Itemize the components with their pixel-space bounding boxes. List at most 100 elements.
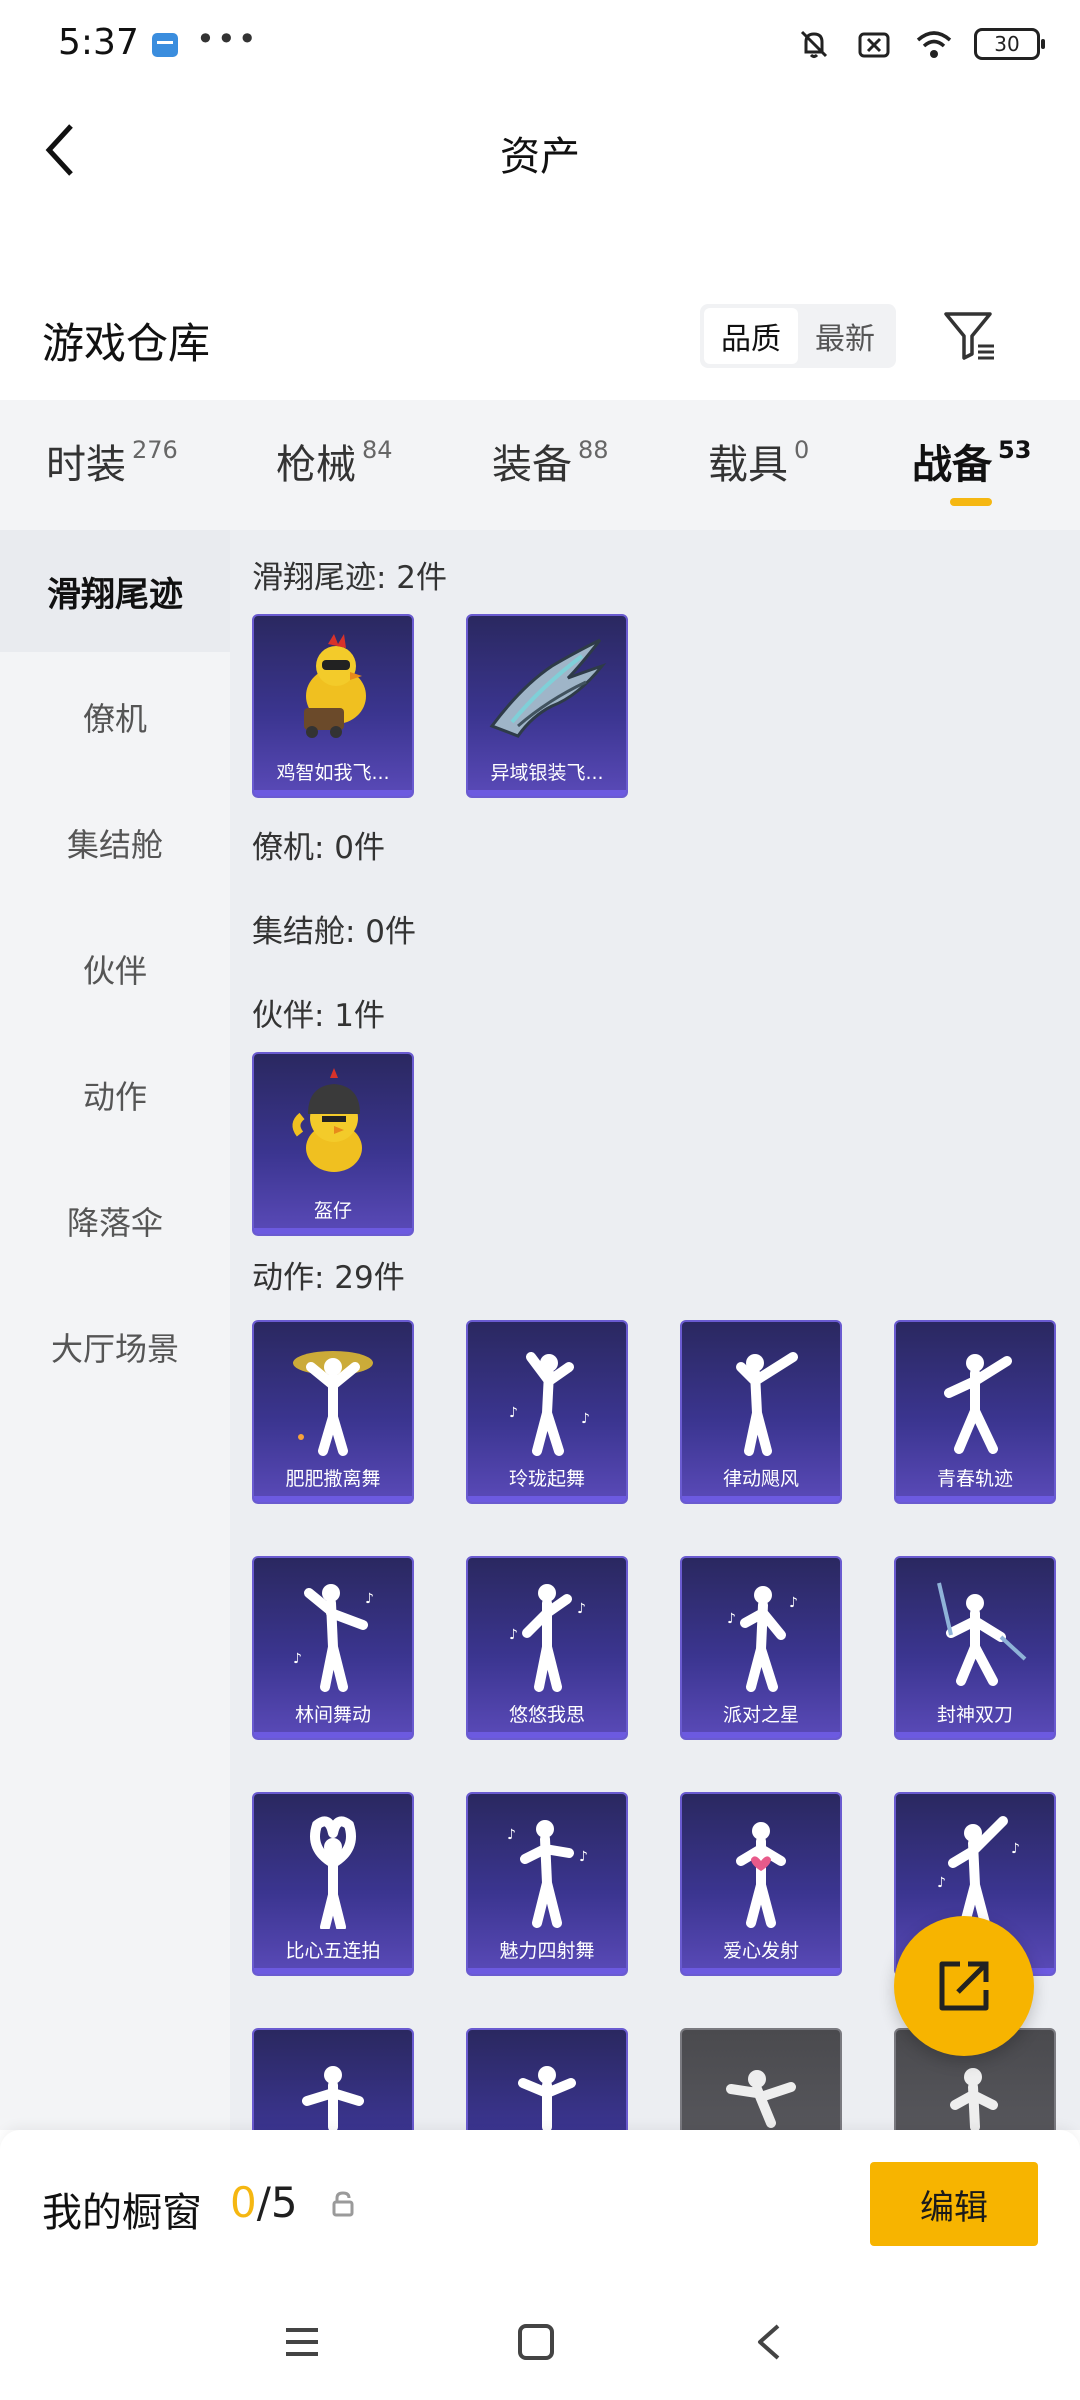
- sidebar-item-parachute[interactable]: 降落伞: [0, 1160, 230, 1282]
- svg-text:♪: ♪: [581, 1411, 590, 1427]
- wifi-icon: [914, 24, 954, 64]
- item-card[interactable]: 律动飓风: [680, 1320, 842, 1504]
- sidebar-item-partner[interactable]: 伙伴: [0, 908, 230, 1030]
- item-card[interactable]: ♪ ♪ 玲珑起舞: [466, 1320, 628, 1504]
- item-name: 派对之星: [722, 1704, 799, 1726]
- item-name: 青春轨迹: [936, 1468, 1013, 1490]
- svg-text:♪: ♪: [365, 1591, 374, 1607]
- item-card[interactable]: 爱心发射: [680, 1792, 842, 1976]
- item-card[interactable]: 青春轨迹: [894, 1320, 1056, 1504]
- tab-firearms[interactable]: 枪械 84: [276, 432, 393, 490]
- active-tab-indicator: [950, 498, 992, 506]
- tab-vehicles[interactable]: 载具 0: [708, 432, 809, 490]
- item-name: 玲珑起舞: [508, 1468, 585, 1490]
- helmet-chick-icon: [254, 1054, 412, 1194]
- item-card[interactable]: ♪ ♪ 派对之星: [680, 1556, 842, 1740]
- category-tabs: 时装 276 枪械 84 装备 88 载具 0 战备 53: [0, 400, 1080, 530]
- item-card[interactable]: ♪ ♪ 悠悠我思: [466, 1556, 628, 1740]
- system-nav-bar: [0, 2280, 1080, 2400]
- svg-text:♪: ♪: [789, 1595, 798, 1611]
- dancer-icon: [468, 2030, 626, 2130]
- svg-text:♪: ♪: [579, 1849, 588, 1865]
- filter-icon: [944, 312, 994, 360]
- dancer-icon: ♪ ♪: [468, 1794, 626, 1934]
- sort-toggle: 品质 最新: [700, 304, 896, 368]
- item-card[interactable]: ♪ ♪ 魅力四射舞: [466, 1792, 628, 1976]
- item-card[interactable]: [680, 2028, 842, 2130]
- item-card[interactable]: 封神双刀: [894, 1556, 1056, 1740]
- dancer-icon: ♪ ♪: [468, 1558, 626, 1698]
- lock-icon: [330, 2190, 356, 2218]
- menu-nav-button[interactable]: [274, 2314, 330, 2370]
- item-card[interactable]: 盔仔: [252, 1052, 414, 1236]
- item-content: 滑翔尾迹: 2件 鸡智如我飞... 异域银装飞... 僚机: 0件 集结舱: 0…: [230, 530, 1080, 2130]
- dancer-icon: ♪ ♪: [254, 1558, 412, 1698]
- home-nav-button[interactable]: [508, 2314, 564, 2370]
- mute-icon: [794, 24, 834, 64]
- tab-equipment[interactable]: 装备 88: [492, 432, 609, 490]
- tab-fashion[interactable]: 时装 276: [46, 432, 178, 490]
- svg-text:♪: ♪: [937, 1875, 946, 1891]
- warehouse-title: 游戏仓库: [42, 319, 211, 368]
- item-card[interactable]: 比心五连拍: [252, 1792, 414, 1976]
- item-name: 肥肥撒离舞: [285, 1468, 381, 1490]
- showcase-label: 我的橱窗: [42, 2190, 202, 2236]
- silver-wing-icon: [468, 616, 626, 756]
- dancer-icon: [254, 2030, 412, 2130]
- showcase-current: 0: [230, 2178, 257, 2227]
- heart-dancer-icon: [682, 1794, 840, 1934]
- heart-hands-dancer-icon: [254, 1794, 412, 1934]
- item-card[interactable]: ♪ ♪ 林间舞动: [252, 1556, 414, 1740]
- back-nav-button[interactable]: [742, 2314, 798, 2370]
- top-app-bar: 资产: [0, 90, 1080, 210]
- item-name: 悠悠我思: [508, 1704, 585, 1726]
- showcase-total: /5: [256, 2178, 298, 2227]
- sort-quality-button[interactable]: 品质: [704, 308, 798, 364]
- item-name: 封神双刀: [936, 1704, 1013, 1726]
- item-card[interactable]: 肥肥撒离舞: [252, 1320, 414, 1504]
- item-name: 林间舞动: [294, 1704, 371, 1726]
- dancer-icon: [254, 1322, 412, 1462]
- tab-count: 53: [998, 436, 1032, 464]
- sort-newest-button[interactable]: 最新: [798, 308, 892, 364]
- sidebar-item-emote[interactable]: 动作: [0, 1034, 230, 1156]
- filter-button[interactable]: [940, 306, 1000, 366]
- section-title-emote: 动作: 29件: [252, 1260, 405, 1296]
- item-card[interactable]: [466, 2028, 628, 2130]
- edit-button[interactable]: 编辑: [870, 2162, 1038, 2246]
- item-name: 异域银装飞...: [490, 762, 604, 784]
- twin-blade-dancer-icon: [896, 1558, 1054, 1698]
- status-time: 5:37: [58, 22, 139, 63]
- dancer-icon: ♪ ♪: [896, 1794, 1054, 1934]
- dancer-icon: ♪ ♪: [682, 1558, 840, 1698]
- item-card[interactable]: [252, 2028, 414, 2130]
- item-card[interactable]: 异域银装飞...: [466, 614, 628, 798]
- sidebar-item-wingman[interactable]: 僚机: [0, 656, 230, 778]
- tab-label: 时装: [46, 442, 126, 488]
- chicken-glider-icon: [254, 616, 412, 756]
- tab-label: 枪械: [276, 442, 356, 488]
- no-sim-icon: [854, 24, 894, 64]
- tab-count: 84: [362, 436, 393, 464]
- item-name: 鸡智如我飞...: [276, 762, 390, 784]
- item-card[interactable]: 鸡智如我飞...: [252, 614, 414, 798]
- external-link-icon: [939, 1961, 989, 2011]
- menu-icon: [286, 2328, 318, 2356]
- item-name: 盔仔: [313, 1200, 352, 1222]
- subcategory-sidebar: 滑翔尾迹 僚机 集结舱 伙伴 动作 降落伞 大厅场景: [0, 530, 230, 2130]
- sidebar-item-glide-trail[interactable]: 滑翔尾迹: [0, 530, 230, 652]
- share-fab-button[interactable]: [894, 1916, 1034, 2056]
- square-home-icon: [518, 2324, 554, 2360]
- tab-label: 战备: [912, 442, 992, 488]
- tab-label: 载具: [708, 442, 788, 488]
- section-title-wingman: 僚机: 0件: [252, 830, 386, 866]
- svg-text:♪: ♪: [509, 1405, 518, 1421]
- svg-text:♪: ♪: [1011, 1841, 1020, 1857]
- sidebar-item-assembly-pod[interactable]: 集结舱: [0, 782, 230, 904]
- svg-text:♪: ♪: [293, 1651, 302, 1667]
- tab-battle-prep[interactable]: 战备 53: [912, 432, 1031, 490]
- sidebar-item-lobby-scene[interactable]: 大厅场景: [0, 1286, 230, 1408]
- dancer-icon: [682, 2030, 840, 2130]
- item-name: 爱心发射: [722, 1940, 799, 1962]
- section-title-partner: 伙伴: 1件: [252, 998, 386, 1034]
